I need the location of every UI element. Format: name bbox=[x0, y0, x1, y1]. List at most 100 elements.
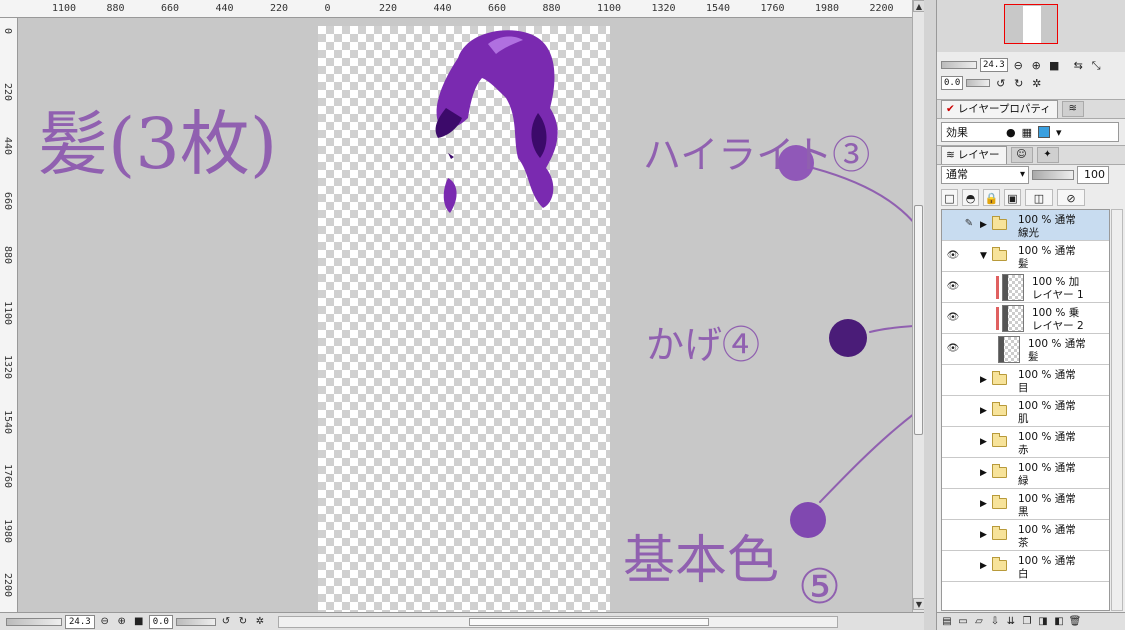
trash-icon[interactable]: 🗑 bbox=[1068, 615, 1082, 629]
hscroll-thumb[interactable] bbox=[468, 617, 709, 626]
layer-row[interactable]: ✎ ▶ 100 % 通常 線光 bbox=[942, 210, 1109, 241]
scroll-thumb[interactable] bbox=[914, 205, 923, 435]
layer-row[interactable]: ▶ 100 % 通常赤 bbox=[942, 427, 1109, 458]
folder-toggle-icon[interactable]: ▶ bbox=[980, 561, 987, 571]
eye-icon[interactable] bbox=[946, 498, 960, 510]
nav-rotation-value[interactable]: 0.0 bbox=[941, 76, 964, 90]
eye-icon[interactable] bbox=[946, 436, 960, 448]
layer-row[interactable]: ▶ 100 % 通常白 bbox=[942, 551, 1109, 582]
new-raster-layer-icon[interactable]: ▤ bbox=[940, 615, 954, 629]
folder-toggle-icon[interactable]: ▶ bbox=[980, 406, 987, 416]
eye-icon[interactable] bbox=[946, 467, 960, 479]
nav-zoom-slider[interactable] bbox=[941, 61, 977, 69]
clip-icon[interactable]: □ bbox=[941, 188, 958, 206]
hair-fragment bbox=[448, 153, 454, 159]
folder-toggle-icon[interactable]: ▶ bbox=[980, 468, 987, 478]
pen-icon bbox=[962, 404, 976, 418]
mask-icon[interactable]: ◫ bbox=[1025, 188, 1053, 206]
apply-mask-icon[interactable]: ◧ bbox=[1052, 615, 1066, 629]
rotate-right-icon[interactable]: ↻ bbox=[236, 615, 250, 629]
layer-list[interactable]: ✎ ▶ 100 % 通常 線光 👁 ▼ 100 % 通常髪 👁 100 % 加レイヤー 1 👁 10… bbox=[941, 209, 1110, 611]
lock-icon[interactable]: 🔒 bbox=[983, 188, 1000, 206]
blend-mode-select[interactable]: 通常 bbox=[941, 166, 1029, 184]
eye-icon[interactable] bbox=[946, 560, 960, 572]
layer-row[interactable]: ▶ 100 % 通常茶 bbox=[942, 520, 1109, 551]
ruler-left-label: 880 bbox=[2, 246, 13, 265]
zoom-value[interactable]: 24.3 bbox=[65, 614, 95, 629]
merge-down-icon[interactable]: ⇊ bbox=[1004, 615, 1018, 629]
reset-rotation-icon[interactable]: ✲ bbox=[1029, 76, 1044, 91]
lock-transparent-icon[interactable]: ▣ bbox=[1004, 188, 1021, 206]
layer-row[interactable]: ▶ 100 % 通常緑 bbox=[942, 458, 1109, 489]
mask-add-icon[interactable]: ◨ bbox=[1036, 615, 1050, 629]
layer-row[interactable]: ▶ 100 % 通常肌 bbox=[942, 396, 1109, 427]
rotation-value[interactable]: 0.0 bbox=[148, 614, 173, 629]
ruler-left-label: 1320 bbox=[2, 355, 13, 380]
layer-row[interactable]: ▶ 100 % 通常黒 bbox=[942, 489, 1109, 520]
rotation-slider[interactable] bbox=[175, 617, 216, 626]
tone-effect-icon[interactable]: ▦ bbox=[1022, 126, 1032, 139]
tab-other-icon[interactable]: ≋ bbox=[1061, 101, 1084, 117]
eye-icon[interactable] bbox=[946, 529, 960, 541]
annotation-base-number: ⑤ bbox=[798, 559, 841, 612]
eye-icon[interactable] bbox=[946, 374, 960, 386]
ruler-top-label: 440 bbox=[215, 3, 234, 14]
fit-icon[interactable]: ■ bbox=[132, 615, 146, 629]
zoom-in-icon[interactable]: ⊕ bbox=[115, 615, 129, 629]
layer-row[interactable]: 👁 100 % 通常髪 bbox=[942, 334, 1109, 365]
nav-rotation-slider[interactable] bbox=[966, 79, 991, 87]
border-effect-icon[interactable]: ● bbox=[1006, 126, 1016, 139]
copy-layer-icon[interactable]: ❐ bbox=[1020, 615, 1034, 629]
reference-icon[interactable]: ◓ bbox=[962, 188, 979, 206]
chevron-down-icon[interactable]: ▾ bbox=[1056, 126, 1062, 139]
rotate-left-icon[interactable]: ↺ bbox=[993, 76, 1008, 91]
tab-layer-property[interactable]: ✔ レイヤープロパティ bbox=[941, 100, 1058, 118]
flip-horizontal-icon[interactable]: ⇆ bbox=[1071, 58, 1086, 73]
layer-list-scrollbar[interactable] bbox=[1111, 209, 1123, 611]
zoom-out-icon[interactable]: ⊖ bbox=[98, 615, 112, 629]
opacity-slider[interactable] bbox=[1032, 170, 1074, 180]
eye-icon[interactable]: 👁 bbox=[946, 250, 960, 262]
tab-layer[interactable]: ≋ レイヤー bbox=[941, 146, 1007, 164]
layer-color-icon[interactable] bbox=[1038, 126, 1051, 138]
canvas-area[interactable]: 髪(3枚) ハイライト③ かげ④ 基本色 ⑤ bbox=[18, 18, 912, 612]
folder-toggle-icon[interactable]: ▶ bbox=[980, 499, 987, 509]
rotate-right-icon[interactable]: ↻ bbox=[1011, 76, 1026, 91]
reset-rotation-icon[interactable]: ✲ bbox=[253, 615, 267, 629]
ruler-icon[interactable]: ⊘ bbox=[1057, 188, 1085, 206]
layer-name: 赤 bbox=[1018, 444, 1029, 456]
layer-row[interactable]: 👁 100 % 乗レイヤー 2 bbox=[942, 303, 1109, 334]
zoom-slider[interactable] bbox=[6, 617, 62, 626]
opacity-value[interactable]: 100 bbox=[1077, 166, 1109, 184]
fit-screen-icon[interactable]: ■ bbox=[1047, 58, 1062, 73]
layer-row[interactable]: 👁 ▼ 100 % 通常髪 bbox=[942, 241, 1109, 272]
layer-row[interactable]: ▶ 100 % 通常目 bbox=[942, 365, 1109, 396]
layer-row[interactable]: 👁 100 % 加レイヤー 1 bbox=[942, 272, 1109, 303]
eye-icon[interactable] bbox=[946, 405, 960, 417]
folder-toggle-icon[interactable]: ▼ bbox=[980, 251, 987, 261]
canvas-horizontal-scrollbar[interactable] bbox=[277, 615, 838, 628]
zoom-out-icon[interactable]: ⊖ bbox=[1011, 58, 1026, 73]
panel-divider[interactable] bbox=[924, 0, 936, 630]
navigator-preview[interactable] bbox=[937, 0, 1125, 52]
new-vector-layer-icon[interactable]: ▭ bbox=[956, 615, 970, 629]
folder-toggle-icon[interactable]: ▶ bbox=[980, 375, 987, 385]
tab-history-icon[interactable]: ☺ bbox=[1010, 147, 1033, 163]
folder-toggle-icon[interactable]: ▶ bbox=[980, 437, 987, 447]
nav-zoom-value[interactable]: 24.3 bbox=[980, 58, 1008, 72]
eye-icon[interactable] bbox=[946, 219, 960, 231]
eye-icon[interactable]: 👁 bbox=[946, 343, 960, 355]
rotate-left-icon[interactable]: ↺ bbox=[219, 615, 233, 629]
folder-toggle-icon[interactable]: ▶ bbox=[980, 220, 987, 230]
flip-vertical-icon[interactable]: ⤡ bbox=[1089, 58, 1104, 73]
eye-icon[interactable]: 👁 bbox=[946, 312, 960, 324]
navigator-thumbnail[interactable] bbox=[1004, 4, 1058, 44]
eye-icon[interactable]: 👁 bbox=[946, 281, 960, 293]
layer-panel-footer: ▤ ▭ ▱ ⇩ ⇊ ❐ ◨ ◧ 🗑 bbox=[937, 612, 1125, 630]
folder-toggle-icon[interactable]: ▶ bbox=[980, 530, 987, 540]
transfer-down-icon[interactable]: ⇩ bbox=[988, 615, 1002, 629]
canvas-vertical-scrollbar[interactable]: ▲ ▼ bbox=[912, 0, 925, 612]
tab-extra-icon[interactable]: ✦ bbox=[1036, 147, 1059, 163]
zoom-in-icon[interactable]: ⊕ bbox=[1029, 58, 1044, 73]
new-folder-icon[interactable]: ▱ bbox=[972, 615, 986, 629]
